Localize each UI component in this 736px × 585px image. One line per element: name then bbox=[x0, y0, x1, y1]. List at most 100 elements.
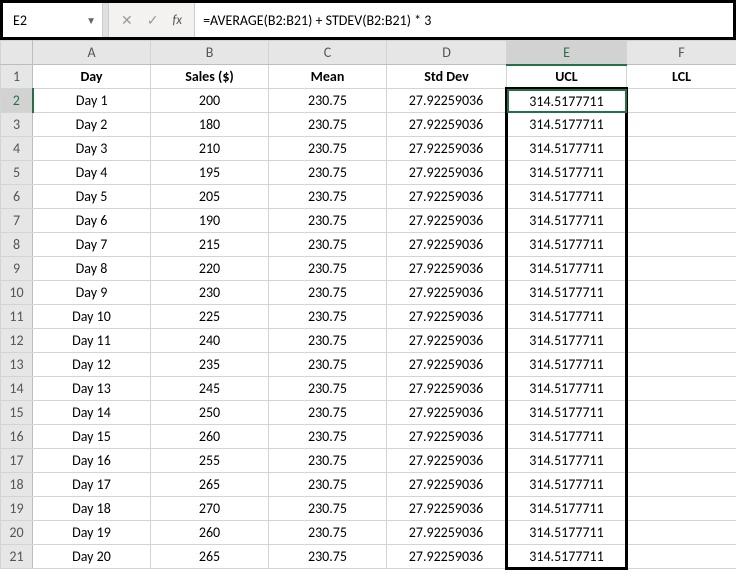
cell-day[interactable]: Day 20 bbox=[33, 545, 151, 569]
cell-mean[interactable]: 230.75 bbox=[269, 281, 387, 305]
cell-ucl[interactable]: 314.5177711 bbox=[507, 89, 627, 113]
cell-mean[interactable]: 230.75 bbox=[269, 89, 387, 113]
cell-sales[interactable]: 240 bbox=[151, 329, 269, 353]
cell-lcl[interactable] bbox=[627, 473, 736, 497]
cell-ucl[interactable]: 314.5177711 bbox=[507, 545, 627, 569]
cell-sales[interactable]: 180 bbox=[151, 113, 269, 137]
cell-day[interactable]: Day 6 bbox=[33, 209, 151, 233]
row-header-4[interactable]: 4 bbox=[1, 137, 33, 161]
cell-lcl[interactable] bbox=[627, 425, 736, 449]
cell-sd[interactable]: 27.92259036 bbox=[387, 281, 507, 305]
cell-ucl[interactable]: 314.5177711 bbox=[507, 401, 627, 425]
cell-day[interactable]: Day 15 bbox=[33, 425, 151, 449]
cell-day[interactable]: Day 3 bbox=[33, 137, 151, 161]
header-sales[interactable]: Sales ($) bbox=[151, 65, 269, 89]
cell-ucl[interactable]: 314.5177711 bbox=[507, 137, 627, 161]
cell-mean[interactable]: 230.75 bbox=[269, 329, 387, 353]
cell-sales[interactable]: 205 bbox=[151, 185, 269, 209]
cell-ucl[interactable]: 314.5177711 bbox=[507, 473, 627, 497]
cell-sales[interactable]: 230 bbox=[151, 281, 269, 305]
cell-sales[interactable]: 225 bbox=[151, 305, 269, 329]
cell-day[interactable]: Day 2 bbox=[33, 113, 151, 137]
col-header-A[interactable]: A bbox=[33, 41, 151, 65]
cell-sales[interactable]: 260 bbox=[151, 425, 269, 449]
cell-lcl[interactable] bbox=[627, 377, 736, 401]
col-header-B[interactable]: B bbox=[151, 41, 269, 65]
cell-ucl[interactable]: 314.5177711 bbox=[507, 449, 627, 473]
cell-sales[interactable]: 265 bbox=[151, 545, 269, 569]
row-header-3[interactable]: 3 bbox=[1, 113, 33, 137]
cell-sd[interactable]: 27.92259036 bbox=[387, 137, 507, 161]
cell-sales[interactable]: 260 bbox=[151, 521, 269, 545]
cell-mean[interactable]: 230.75 bbox=[269, 185, 387, 209]
spreadsheet-grid[interactable]: A B C D E F 1 Day Sales ($) Mean Std Dev… bbox=[0, 40, 736, 570]
cell-mean[interactable]: 230.75 bbox=[269, 305, 387, 329]
cell-lcl[interactable] bbox=[627, 497, 736, 521]
header-sd[interactable]: Std Dev bbox=[387, 65, 507, 89]
cell-lcl[interactable] bbox=[627, 449, 736, 473]
cell-lcl[interactable] bbox=[627, 137, 736, 161]
cell-sd[interactable]: 27.92259036 bbox=[387, 329, 507, 353]
cell-mean[interactable]: 230.75 bbox=[269, 233, 387, 257]
cell-sd[interactable]: 27.92259036 bbox=[387, 233, 507, 257]
cell-day[interactable]: Day 19 bbox=[33, 521, 151, 545]
cell-sales[interactable]: 200 bbox=[151, 89, 269, 113]
cell-lcl[interactable] bbox=[627, 257, 736, 281]
cell-ucl[interactable]: 314.5177711 bbox=[507, 257, 627, 281]
row-header-21[interactable]: 21 bbox=[1, 545, 33, 569]
cell-sd[interactable]: 27.92259036 bbox=[387, 497, 507, 521]
row-header-19[interactable]: 19 bbox=[1, 497, 33, 521]
col-header-E[interactable]: E bbox=[507, 41, 627, 65]
col-header-D[interactable]: D bbox=[387, 41, 507, 65]
cell-mean[interactable]: 230.75 bbox=[269, 401, 387, 425]
cell-sd[interactable]: 27.92259036 bbox=[387, 449, 507, 473]
cell-sales[interactable]: 215 bbox=[151, 233, 269, 257]
cell-day[interactable]: Day 16 bbox=[33, 449, 151, 473]
row-header-12[interactable]: 12 bbox=[1, 329, 33, 353]
col-header-C[interactable]: C bbox=[269, 41, 387, 65]
cancel-icon[interactable]: ✕ bbox=[121, 12, 133, 29]
cell-day[interactable]: Day 18 bbox=[33, 497, 151, 521]
cell-lcl[interactable] bbox=[627, 281, 736, 305]
cell-sales[interactable]: 255 bbox=[151, 449, 269, 473]
cell-sd[interactable]: 27.92259036 bbox=[387, 401, 507, 425]
cell-sales[interactable]: 270 bbox=[151, 497, 269, 521]
cell-sales[interactable]: 210 bbox=[151, 137, 269, 161]
col-header-F[interactable]: F bbox=[627, 41, 736, 65]
cell-sales[interactable]: 245 bbox=[151, 377, 269, 401]
row-header-16[interactable]: 16 bbox=[1, 425, 33, 449]
cell-ucl[interactable]: 314.5177711 bbox=[507, 425, 627, 449]
cell-ucl[interactable]: 314.5177711 bbox=[507, 521, 627, 545]
cell-sales[interactable]: 235 bbox=[151, 353, 269, 377]
row-header-13[interactable]: 13 bbox=[1, 353, 33, 377]
cell-sd[interactable]: 27.92259036 bbox=[387, 257, 507, 281]
cell-sd[interactable]: 27.92259036 bbox=[387, 185, 507, 209]
cell-lcl[interactable] bbox=[627, 89, 736, 113]
formula-input[interactable]: =AVERAGE(B2:B21) + STDEV(B2:B21) * 3 bbox=[195, 3, 733, 37]
row-header-8[interactable]: 8 bbox=[1, 233, 33, 257]
row-header-2[interactable]: 2 bbox=[1, 89, 33, 113]
row-header-5[interactable]: 5 bbox=[1, 161, 33, 185]
row-header-1[interactable]: 1 bbox=[1, 65, 33, 89]
cell-sd[interactable]: 27.92259036 bbox=[387, 113, 507, 137]
cell-mean[interactable]: 230.75 bbox=[269, 257, 387, 281]
cell-lcl[interactable] bbox=[627, 401, 736, 425]
header-mean[interactable]: Mean bbox=[269, 65, 387, 89]
cell-mean[interactable]: 230.75 bbox=[269, 449, 387, 473]
row-header-9[interactable]: 9 bbox=[1, 257, 33, 281]
cell-sales[interactable]: 220 bbox=[151, 257, 269, 281]
cell-ucl[interactable]: 314.5177711 bbox=[507, 377, 627, 401]
cell-mean[interactable]: 230.75 bbox=[269, 353, 387, 377]
header-ucl[interactable]: UCL bbox=[507, 65, 627, 89]
cell-sd[interactable]: 27.92259036 bbox=[387, 305, 507, 329]
cell-lcl[interactable] bbox=[627, 521, 736, 545]
cell-day[interactable]: Day 13 bbox=[33, 377, 151, 401]
cell-ucl[interactable]: 314.5177711 bbox=[507, 497, 627, 521]
cell-day[interactable]: Day 11 bbox=[33, 329, 151, 353]
name-box[interactable]: E2 ▼ bbox=[3, 3, 103, 37]
cell-sales[interactable]: 250 bbox=[151, 401, 269, 425]
select-all-corner[interactable] bbox=[1, 41, 33, 65]
cell-ucl[interactable]: 314.5177711 bbox=[507, 209, 627, 233]
cell-sd[interactable]: 27.92259036 bbox=[387, 377, 507, 401]
cell-ucl[interactable]: 314.5177711 bbox=[507, 161, 627, 185]
